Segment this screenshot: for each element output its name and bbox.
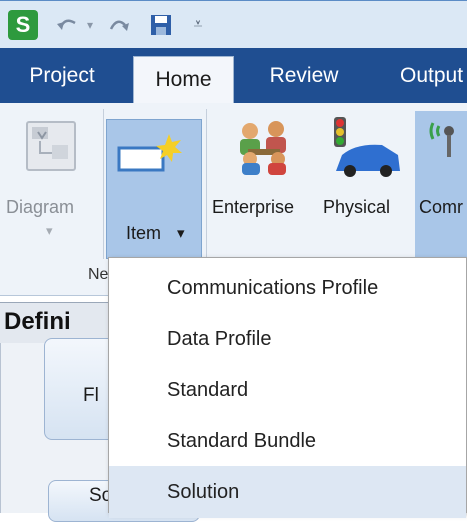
menu-item-communications-profile[interactable]: Communications Profile: [109, 262, 466, 314]
diagram-label: Diagram: [6, 197, 75, 217]
physical-button[interactable]: Physical: [320, 111, 414, 221]
new-item-icon: [117, 130, 187, 174]
diagram-dropdown-icon: ▾: [46, 223, 53, 238]
menu-item-label: Solution: [167, 480, 240, 503]
menu-item-label: Standard Bundle: [167, 429, 317, 452]
menu-item-label: Communications Profile: [167, 276, 379, 299]
definitions-panel-title: Defini: [4, 308, 71, 335]
flow-button[interactable]: Fl: [44, 338, 116, 440]
tab-home[interactable]: Home: [133, 56, 234, 103]
diagram-button[interactable]: Diagram ▾: [6, 111, 100, 251]
physical-car-icon: [326, 115, 404, 179]
ribbon-tab-strip: Project Home Review Output: [0, 48, 467, 103]
menu-item-standard-bundle[interactable]: Standard Bundle: [109, 415, 466, 467]
item-dropdown-menu: Communications Profile Data Profile Stan…: [108, 257, 467, 518]
app-icon[interactable]: S: [8, 10, 38, 40]
communications-antenna-icon: [427, 119, 467, 159]
item-label: Item: [126, 223, 162, 243]
enterprise-button[interactable]: Enterprise: [212, 111, 320, 221]
menu-item-label: Data Profile: [167, 327, 272, 350]
communications-button[interactable]: Comr: [415, 111, 467, 261]
ribbon-separator: [103, 109, 104, 259]
menu-item-standard[interactable]: Standard: [109, 364, 466, 416]
ribbon-separator: [206, 109, 207, 259]
app-icon-letter: S: [15, 12, 31, 37]
communications-label: Comr: [419, 197, 463, 217]
tab-project[interactable]: Project: [12, 48, 112, 103]
tab-output[interactable]: Output: [374, 48, 467, 103]
tab-project-label: Project: [29, 63, 95, 87]
tab-output-label: Output: [400, 63, 464, 87]
enterprise-people-icon: [232, 119, 296, 175]
enterprise-label: Enterprise: [212, 197, 295, 217]
item-dropdown-icon: ▾: [177, 225, 185, 242]
menu-item-solution[interactable]: Solution: [109, 466, 466, 518]
undo-dropdown-icon[interactable]: ▾: [84, 17, 96, 33]
menu-item-data-profile[interactable]: Data Profile: [109, 313, 466, 365]
menu-item-label: Standard: [167, 378, 249, 401]
tab-review-label: Review: [269, 63, 339, 87]
ribbon-group-label: Ne: [88, 266, 109, 283]
save-icon[interactable]: [146, 10, 176, 40]
diagram-icon: [26, 121, 76, 171]
quick-access-toolbar: S ▾ ⩡: [0, 0, 467, 48]
physical-label: Physical: [323, 197, 391, 217]
undo-icon[interactable]: [52, 10, 82, 40]
redo-icon[interactable]: [104, 10, 134, 40]
tab-home-label: Home: [155, 68, 212, 91]
flow-button-label: Fl: [83, 385, 99, 406]
tab-review[interactable]: Review: [254, 48, 354, 103]
customize-qat-icon[interactable]: ⩡: [188, 13, 208, 37]
item-button[interactable]: Item ▾: [106, 119, 202, 259]
